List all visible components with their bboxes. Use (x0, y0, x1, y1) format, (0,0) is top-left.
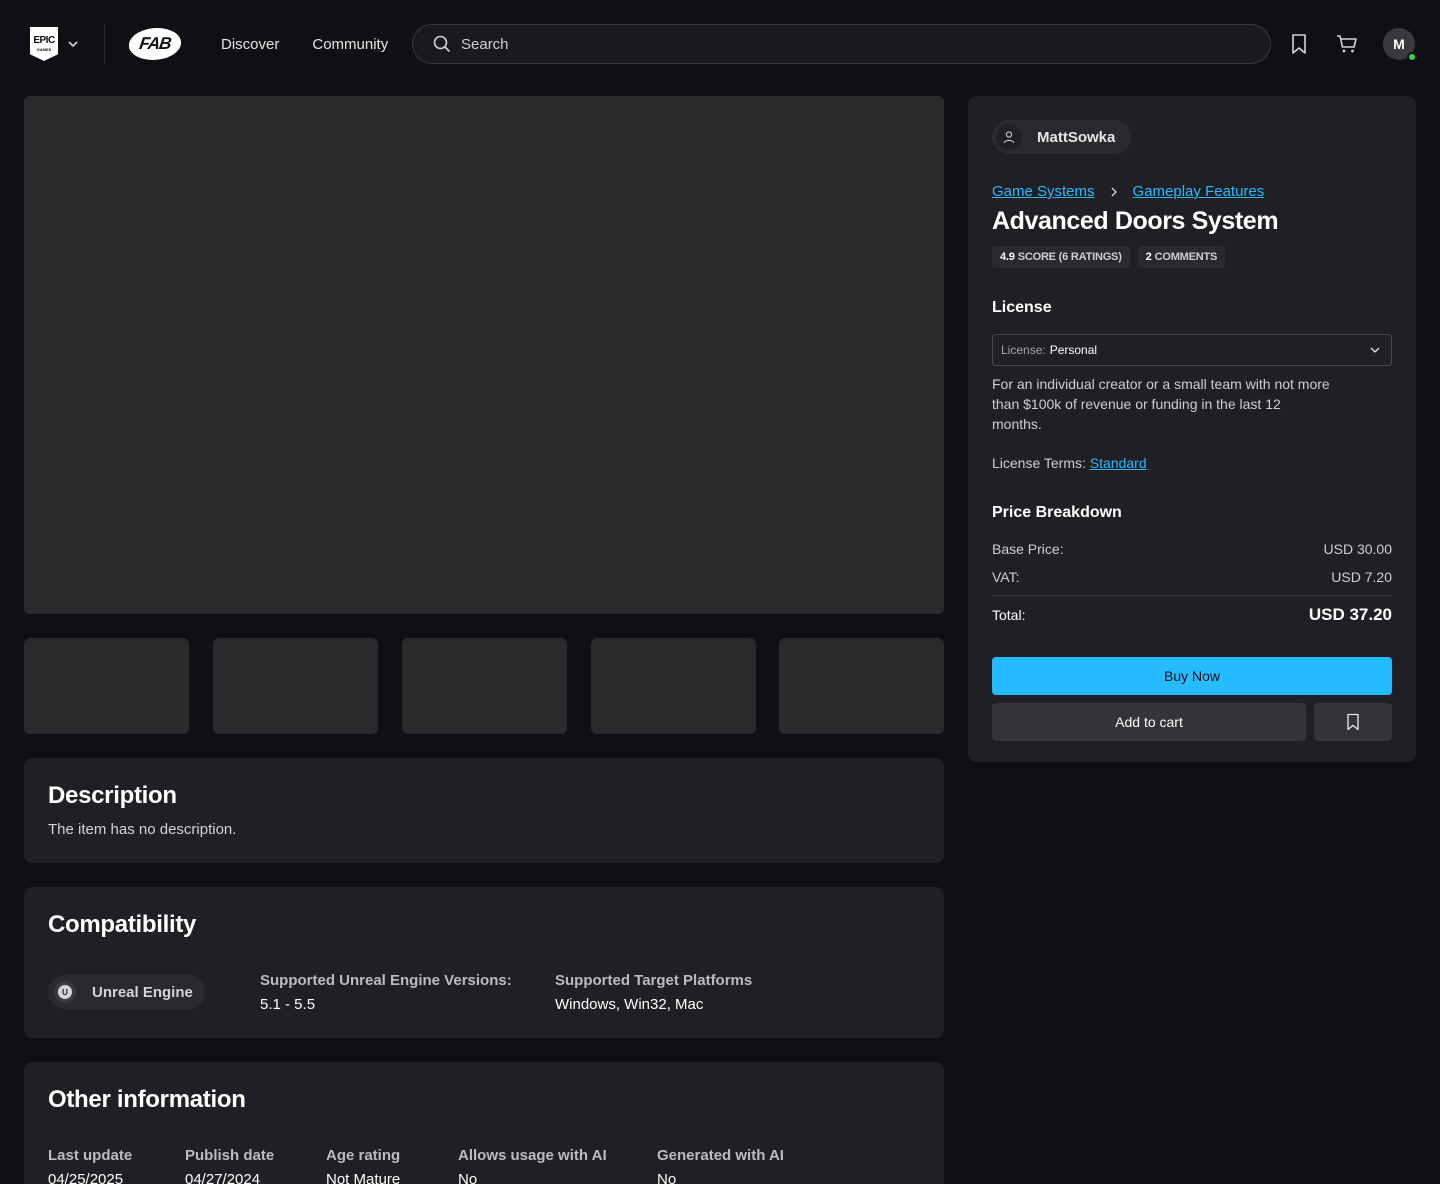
comments-text: COMMENTS (1154, 251, 1218, 263)
cart-icon[interactable] (1335, 32, 1359, 56)
breadcrumb-game-systems[interactable]: Game Systems (992, 183, 1095, 200)
price-breakdown-heading: Price Breakdown (992, 504, 1122, 521)
product-badges: 4.9 SCORE (6 RATINGS) 2 COMMENTS (992, 246, 1226, 268)
unreal-engine-icon: U (54, 981, 76, 1003)
thumbnail[interactable] (402, 638, 567, 734)
base-price-row: Base Price: USD 30.00 (992, 541, 1392, 557)
comments-badge[interactable]: 2 COMMENTS (1137, 246, 1226, 268)
license-select[interactable]: License: Personal (992, 334, 1392, 366)
age-rating-label: Age rating (326, 1147, 401, 1164)
license-terms-label: License Terms: (992, 455, 1086, 471)
thumbnail[interactable] (24, 638, 189, 734)
thumbnail[interactable] (591, 638, 756, 734)
vat-row: VAT: USD 7.20 (992, 569, 1392, 585)
platforms-label: Supported Target Platforms (555, 972, 753, 989)
last-update-label: Last update (48, 1147, 133, 1164)
chevron-down-icon (1370, 347, 1380, 353)
license-select-label: License: (1001, 343, 1046, 357)
engine-badge: U Unreal Engine (48, 975, 205, 1009)
epic-games-logo[interactable]: EPIC GAMES (30, 27, 58, 61)
epic-logo-text: EPIC (33, 35, 55, 46)
generated-ai-value: No (657, 1171, 677, 1184)
engine-name: Unreal Engine (92, 983, 193, 1001)
search-input[interactable] (461, 35, 1241, 53)
compatibility-section: Compatibility U Unreal Engine Supported … (24, 887, 944, 1038)
price-divider (992, 595, 1392, 596)
unreal-engine-icon-letter: U (58, 985, 72, 999)
online-status-indicator (1407, 52, 1417, 62)
last-update-value: 04/25/2025 (48, 1171, 124, 1184)
chevron-down-icon[interactable] (66, 37, 80, 51)
rating-text: SCORE (6 RATINGS) (1017, 251, 1122, 263)
user-icon (996, 124, 1022, 150)
search-bar[interactable] (412, 24, 1271, 64)
breadcrumb: Game Systems Gameplay Features (992, 183, 1264, 200)
buy-now-button[interactable]: Buy Now (992, 657, 1392, 695)
description-section: Description The item has no description. (24, 758, 944, 863)
compatibility-heading: Compatibility (48, 911, 197, 938)
bookmark-icon[interactable] (1287, 32, 1311, 56)
thumbnail[interactable] (779, 638, 944, 734)
license-description: For an individual creator or a small tea… (992, 376, 1330, 432)
allows-ai-value: No (458, 1171, 478, 1184)
other-information-section: Other information Last update 04/25/2025… (24, 1062, 944, 1184)
nav-community[interactable]: Community (312, 36, 388, 53)
vat-value: USD 7.20 (1331, 569, 1392, 585)
rating-score: 4.9 (1000, 251, 1015, 263)
nav-discover[interactable]: Discover (221, 36, 279, 53)
versions-label: Supported Unreal Engine Versions: (260, 972, 512, 989)
base-price-label: Base Price: (992, 541, 1064, 557)
versions-value: 5.1 - 5.5 (260, 996, 316, 1013)
rating-badge[interactable]: 4.9 SCORE (6 RATINGS) (992, 246, 1130, 268)
search-icon (433, 35, 451, 53)
chevron-right-icon (1111, 187, 1117, 196)
publish-date-value: 04/27/2024 (185, 1171, 261, 1184)
bookmark-icon (1347, 713, 1359, 731)
breadcrumb-gameplay-features[interactable]: Gameplay Features (1133, 183, 1265, 200)
license-terms: License Terms: Standard (992, 455, 1147, 471)
user-avatar[interactable]: M (1383, 28, 1417, 62)
seller-name: MattSowka (1037, 128, 1116, 146)
description-text: The item has no description. (48, 821, 237, 838)
description-heading: Description (48, 782, 177, 809)
base-price-value: USD 30.00 (1323, 541, 1392, 557)
add-to-cart-button[interactable]: Add to cart (992, 703, 1306, 741)
vat-label: VAT: (992, 569, 1020, 585)
other-information-heading: Other information (48, 1086, 246, 1113)
allows-ai-label: Allows usage with AI (458, 1147, 607, 1164)
license-heading: License (992, 299, 1052, 316)
license-select-value: Personal (1049, 343, 1098, 357)
license-terms-link[interactable]: Standard (1090, 455, 1147, 471)
fab-logo[interactable]: FAB (126, 28, 184, 60)
comments-count: 2 (1145, 251, 1152, 263)
main-media-viewer[interactable] (24, 96, 944, 614)
total-label: Total: (992, 607, 1026, 623)
total-value: USD 37.20 (1308, 605, 1392, 624)
platforms-value: Windows, Win32, Mac (555, 996, 704, 1013)
wishlist-button[interactable] (1314, 703, 1392, 741)
seller-link[interactable]: MattSowka (992, 120, 1131, 154)
avatar-initial: M (1393, 36, 1405, 52)
age-rating-value: Not Mature (326, 1171, 401, 1184)
total-row: Total: USD 37.20 (992, 605, 1392, 625)
generated-ai-label: Generated with AI (657, 1147, 784, 1164)
thumbnail[interactable] (213, 638, 378, 734)
product-title: Advanced Doors System (992, 207, 1279, 235)
epic-logo-subtext: GAMES (36, 47, 52, 52)
thumbnail-strip (24, 638, 944, 734)
purchase-panel: MattSowka Game Systems Gameplay Features… (968, 96, 1416, 762)
publish-date-label: Publish date (185, 1147, 275, 1164)
header-divider (104, 24, 105, 64)
